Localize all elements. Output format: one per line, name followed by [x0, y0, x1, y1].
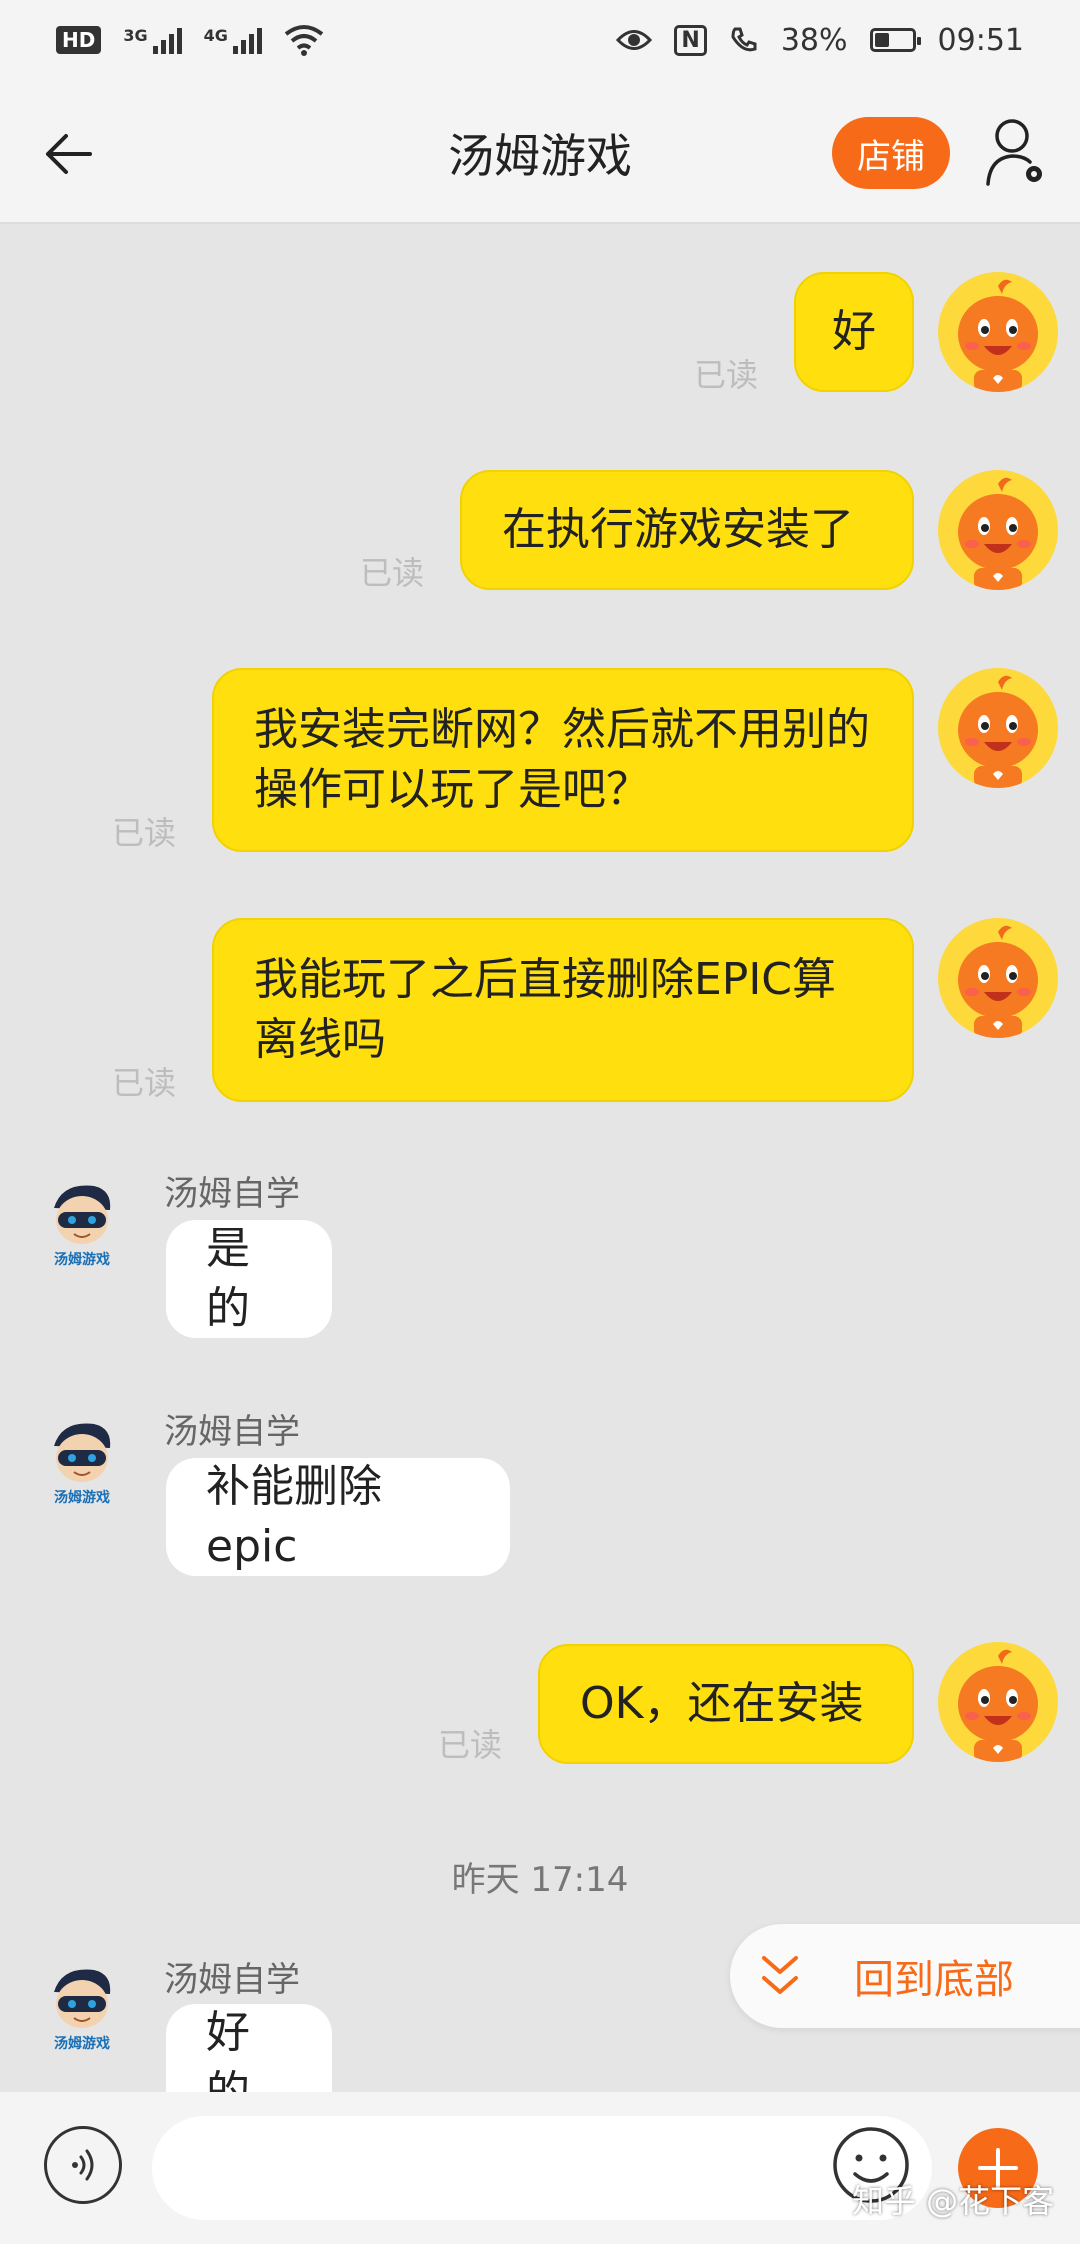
message-text: 好: [832, 306, 876, 357]
signal-3g-icon: 3G: [123, 26, 182, 54]
orange-mascot-icon: [958, 925, 1038, 1038]
status-right: N 38% 09:51: [616, 23, 1024, 58]
read-status: 已读: [112, 814, 177, 852]
message-bubble[interactable]: 好: [794, 272, 914, 392]
my-avatar[interactable]: [938, 918, 1058, 1038]
status-bar: HD 3G 4G N 38% 09:51: [0, 0, 1080, 80]
my-avatar[interactable]: [938, 668, 1058, 788]
read-status: 已读: [694, 356, 759, 394]
message-input[interactable]: [152, 2116, 932, 2220]
contact-avatar[interactable]: 汤姆游戏: [32, 1960, 132, 2060]
shop-button[interactable]: 店铺: [832, 117, 950, 189]
signal-3g-label: 3G: [123, 26, 148, 45]
svg-text:汤姆游戏: 汤姆游戏: [54, 2035, 110, 2052]
tom-game-logo-icon: 汤姆游戏: [54, 1423, 111, 1506]
svg-text:汤姆游戏: 汤姆游戏: [54, 1251, 110, 1268]
message-text: OK，还在安装: [580, 1678, 864, 1729]
contact-avatar[interactable]: 汤姆游戏: [32, 1176, 132, 1276]
sender-name: 汤姆自学: [164, 1960, 300, 2000]
message-text: 补能删除epic: [206, 1461, 382, 1572]
wifi-icon: [284, 25, 324, 56]
battery-percent: 38%: [780, 22, 848, 58]
my-avatar[interactable]: [938, 1642, 1058, 1762]
call-icon: [731, 27, 757, 52]
sender-name: 汤姆自学: [164, 1412, 300, 1452]
tom-game-logo-icon: 汤姆游戏: [54, 1185, 111, 1268]
read-status: 已读: [438, 1726, 503, 1764]
message-text: 我安装完断网？然后就不用别的操作可以玩了是吧？: [254, 704, 870, 815]
back-to-bottom-label: 回到底部: [854, 1957, 1014, 2003]
user-settings-icon[interactable]: [984, 116, 1048, 188]
orange-mascot-icon: [958, 279, 1038, 392]
arrow-left-icon[interactable]: [40, 126, 96, 182]
my-avatar[interactable]: [938, 272, 1058, 392]
tom-game-logo-icon: 汤姆游戏: [54, 1969, 111, 2052]
message-bubble[interactable]: 是的: [166, 1220, 332, 1338]
svg-text:汤姆游戏: 汤姆游戏: [54, 1489, 110, 1506]
message-bubble[interactable]: OK，还在安装: [538, 1644, 914, 1764]
double-chevron-down-icon: [762, 1956, 798, 1994]
watermark: 知乎 @花下客: [852, 2182, 1055, 2220]
voice-icon: [72, 2149, 94, 2181]
read-status: 已读: [360, 554, 425, 592]
sender-name: 汤姆自学: [164, 1174, 300, 1214]
status-left: HD 3G 4G: [56, 24, 324, 56]
message-text: 在执行游戏安装了: [502, 504, 854, 555]
message-bubble[interactable]: 我能玩了之后直接删除EPIC算离线吗: [212, 918, 914, 1102]
nfc-icon: N: [674, 24, 707, 56]
contact-avatar[interactable]: 汤姆游戏: [32, 1414, 132, 1514]
orange-mascot-icon: [958, 477, 1038, 590]
battery-icon: [869, 28, 921, 52]
hd-badge: HD: [56, 26, 102, 54]
eye-icon: [616, 30, 653, 50]
message-bubble[interactable]: 我安装完断网？然后就不用别的操作可以玩了是吧？: [212, 668, 914, 852]
message-bubble[interactable]: 补能删除epic: [166, 1458, 510, 1576]
signal-4g-label: 4G: [203, 26, 228, 45]
message-text: 是的: [206, 1223, 250, 1334]
signal-4g-icon: 4G: [204, 26, 262, 54]
orange-mascot-icon: [958, 1649, 1038, 1762]
orange-mascot-icon: [958, 675, 1038, 788]
time-divider: 昨天 17:14: [451, 1860, 629, 1900]
status-time: 09:51: [937, 22, 1024, 58]
voice-button[interactable]: [44, 2126, 122, 2204]
my-avatar[interactable]: [938, 470, 1058, 590]
message-bubble[interactable]: 在执行游戏安装了: [460, 470, 914, 590]
message-text: 我能玩了之后直接删除EPIC算离线吗: [254, 954, 837, 1065]
chat-header: 汤姆游戏 店铺: [0, 80, 1080, 224]
read-status: 已读: [112, 1064, 177, 1102]
back-to-bottom-button[interactable]: 回到底部: [730, 1924, 1080, 2028]
